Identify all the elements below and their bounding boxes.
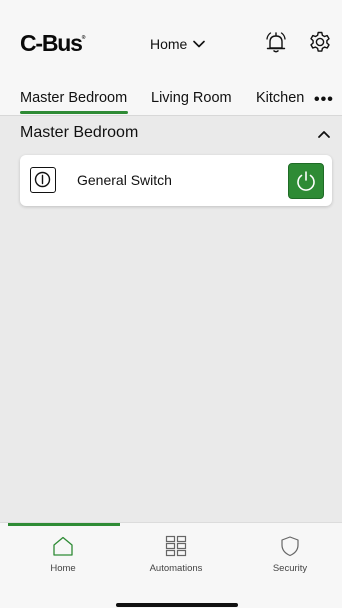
chevron-down-icon bbox=[193, 40, 206, 48]
home-icon bbox=[53, 536, 73, 556]
alarm-bell-icon bbox=[266, 32, 286, 53]
nav-home-label: Home bbox=[50, 563, 76, 574]
gear-icon bbox=[310, 31, 330, 52]
nav-automations-label: Automations bbox=[149, 563, 203, 574]
tab-master-bedroom[interactable]: Master Bedroom bbox=[20, 90, 127, 106]
room-tabs: Master Bedroom Living Room Kitchen ••• bbox=[0, 86, 342, 116]
switch-icon bbox=[30, 167, 56, 193]
nav-home[interactable]: Home bbox=[18, 535, 108, 574]
shield-icon bbox=[281, 536, 299, 557]
alarm-button[interactable] bbox=[262, 28, 290, 56]
nav-security-label: Security bbox=[272, 563, 308, 574]
room-section-header[interactable]: Master Bedroom bbox=[20, 124, 332, 146]
chevron-up-icon[interactable] bbox=[316, 126, 332, 142]
tab-living-room[interactable]: Living Room bbox=[151, 90, 232, 106]
settings-button[interactable] bbox=[306, 28, 334, 56]
nav-automations[interactable]: Automations bbox=[131, 535, 221, 574]
automations-grid-icon bbox=[165, 535, 187, 557]
device-label: General Switch bbox=[77, 172, 172, 188]
tab-kitchen[interactable]: Kitchen bbox=[256, 90, 304, 106]
active-tab-indicator bbox=[20, 111, 128, 114]
power-icon bbox=[297, 171, 315, 191]
device-card[interactable]: General Switch bbox=[20, 155, 332, 206]
more-tabs-button[interactable]: ••• bbox=[314, 91, 334, 109]
app-logo: C-Bus® bbox=[20, 30, 86, 56]
nav-security[interactable]: Security bbox=[245, 535, 335, 574]
top-bar: C-Bus® Home bbox=[0, 0, 342, 86]
home-indicator-bar bbox=[116, 603, 238, 607]
active-nav-indicator bbox=[8, 523, 120, 526]
power-toggle-button[interactable] bbox=[288, 163, 324, 199]
home-selector-label: Home bbox=[150, 36, 188, 52]
bottom-nav: Home Automations Security bbox=[0, 522, 342, 608]
home-selector[interactable]: Home bbox=[150, 36, 206, 52]
section-title: Master Bedroom bbox=[20, 124, 139, 141]
